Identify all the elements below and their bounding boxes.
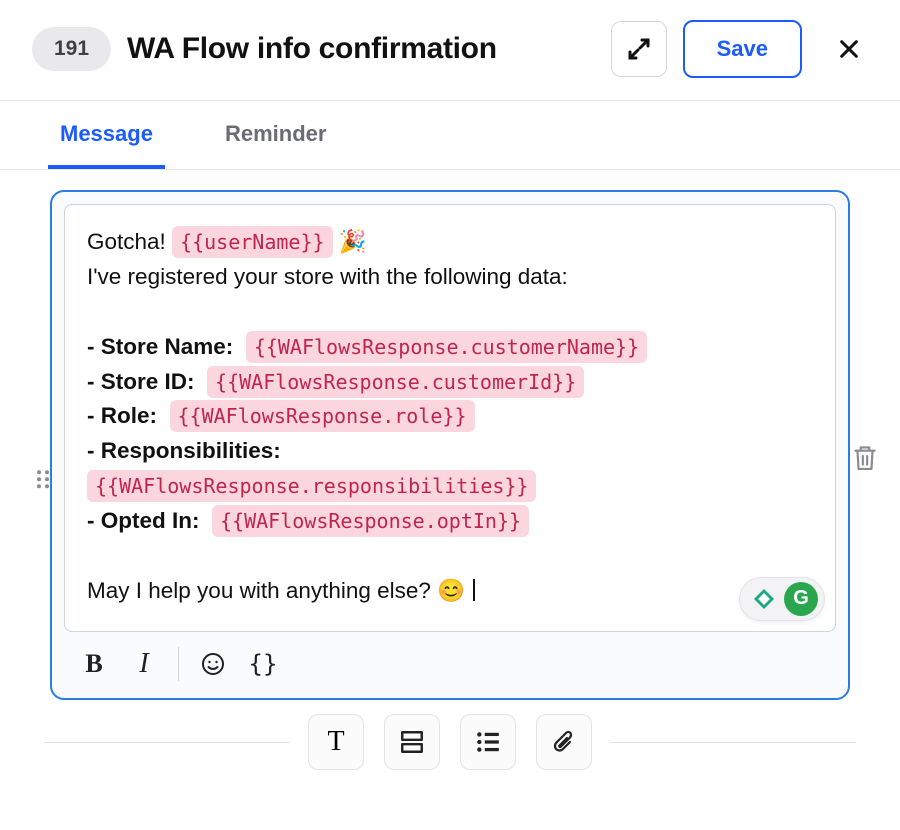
- text-closing: May I help you with anything else? 😊: [87, 578, 465, 603]
- grammarly-widget[interactable]: G: [739, 577, 825, 621]
- label-opted-in: - Opted In:: [87, 508, 199, 533]
- drag-handle-icon[interactable]: [36, 469, 54, 487]
- list-icon: [475, 729, 501, 755]
- variable-username[interactable]: {{userName}}: [172, 226, 333, 258]
- italic-button[interactable]: I: [122, 642, 166, 686]
- text: 🎉: [339, 229, 367, 254]
- id-badge: 191: [32, 27, 111, 71]
- add-attachment-button[interactable]: [536, 714, 592, 770]
- close-icon: [838, 38, 860, 60]
- separator: [178, 647, 179, 681]
- text-icon: T: [327, 726, 344, 758]
- paperclip-icon: [552, 729, 576, 755]
- variable-role[interactable]: {{WAFlowsResponse.role}}: [170, 400, 475, 432]
- variable-responsibilities[interactable]: {{WAFlowsResponse.responsibilities}}: [87, 470, 536, 502]
- variable-customer-id[interactable]: {{WAFlowsResponse.customerId}}: [207, 366, 584, 398]
- text: I've registered your store with the foll…: [87, 260, 815, 295]
- format-toolbar: B I {}: [52, 632, 848, 698]
- text: Gotcha!: [87, 229, 172, 254]
- add-block-bar: T: [44, 714, 856, 770]
- editor-block: Gotcha! {{userName}} 🎉 I've registered y…: [0, 170, 900, 790]
- bold-button[interactable]: B: [72, 642, 116, 686]
- header: 191 WA Flow info confirmation Save: [0, 0, 900, 101]
- card-icon: [399, 729, 425, 755]
- delete-block-button[interactable]: [852, 444, 880, 472]
- variable-button[interactable]: {}: [241, 642, 285, 686]
- label-store-id: - Store ID:: [87, 369, 195, 394]
- variable-customer-name[interactable]: {{WAFlowsResponse.customerName}}: [246, 331, 647, 363]
- emoji-button[interactable]: [191, 642, 235, 686]
- label-store-name: - Store Name:: [87, 334, 233, 359]
- tabs: Message Reminder: [0, 101, 900, 170]
- hint-icon: [750, 585, 778, 613]
- label-responsibilities: - Responsibilities:: [87, 438, 281, 463]
- close-button[interactable]: [826, 26, 872, 72]
- expand-icon: [627, 37, 651, 61]
- tab-message[interactable]: Message: [48, 101, 165, 169]
- add-card-button[interactable]: [384, 714, 440, 770]
- variable-optin[interactable]: {{WAFlowsResponse.optIn}}: [212, 505, 529, 537]
- add-list-button[interactable]: [460, 714, 516, 770]
- message-card: Gotcha! {{userName}} 🎉 I've registered y…: [50, 190, 850, 700]
- save-button[interactable]: Save: [683, 20, 802, 78]
- page-title: WA Flow info confirmation: [127, 32, 595, 66]
- tab-reminder[interactable]: Reminder: [213, 101, 338, 169]
- emoji-icon: [201, 652, 225, 676]
- message-editor[interactable]: Gotcha! {{userName}} 🎉 I've registered y…: [64, 204, 836, 632]
- add-text-button[interactable]: T: [308, 714, 364, 770]
- expand-button[interactable]: [611, 21, 667, 77]
- label-role: - Role:: [87, 403, 157, 428]
- grammarly-icon: G: [784, 582, 818, 616]
